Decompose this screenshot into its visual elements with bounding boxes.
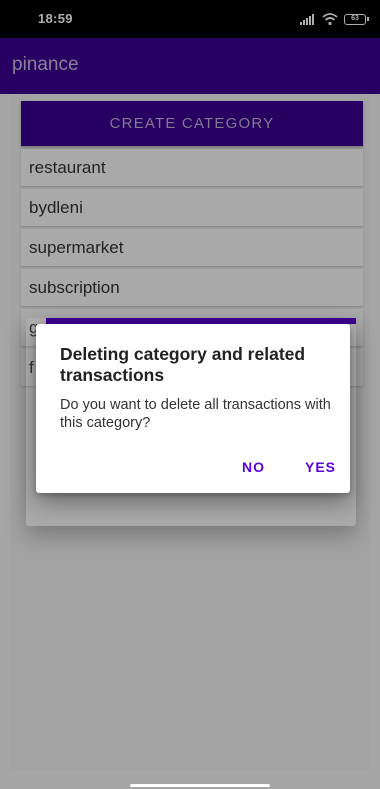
- screen: 18:59 63 pinance CREATE CATEGORY restaur…: [0, 0, 380, 789]
- dialog-message: Do you want to delete all transactions w…: [60, 397, 331, 431]
- yes-button[interactable]: YES: [305, 457, 336, 477]
- dialog-actions: NO YES: [242, 457, 336, 477]
- home-indicator[interactable]: [130, 784, 270, 787]
- no-button[interactable]: NO: [242, 457, 265, 477]
- delete-category-dialog: Deleting category and related transactio…: [36, 324, 350, 493]
- dialog-title: Deleting category and related transactio…: [60, 344, 306, 385]
